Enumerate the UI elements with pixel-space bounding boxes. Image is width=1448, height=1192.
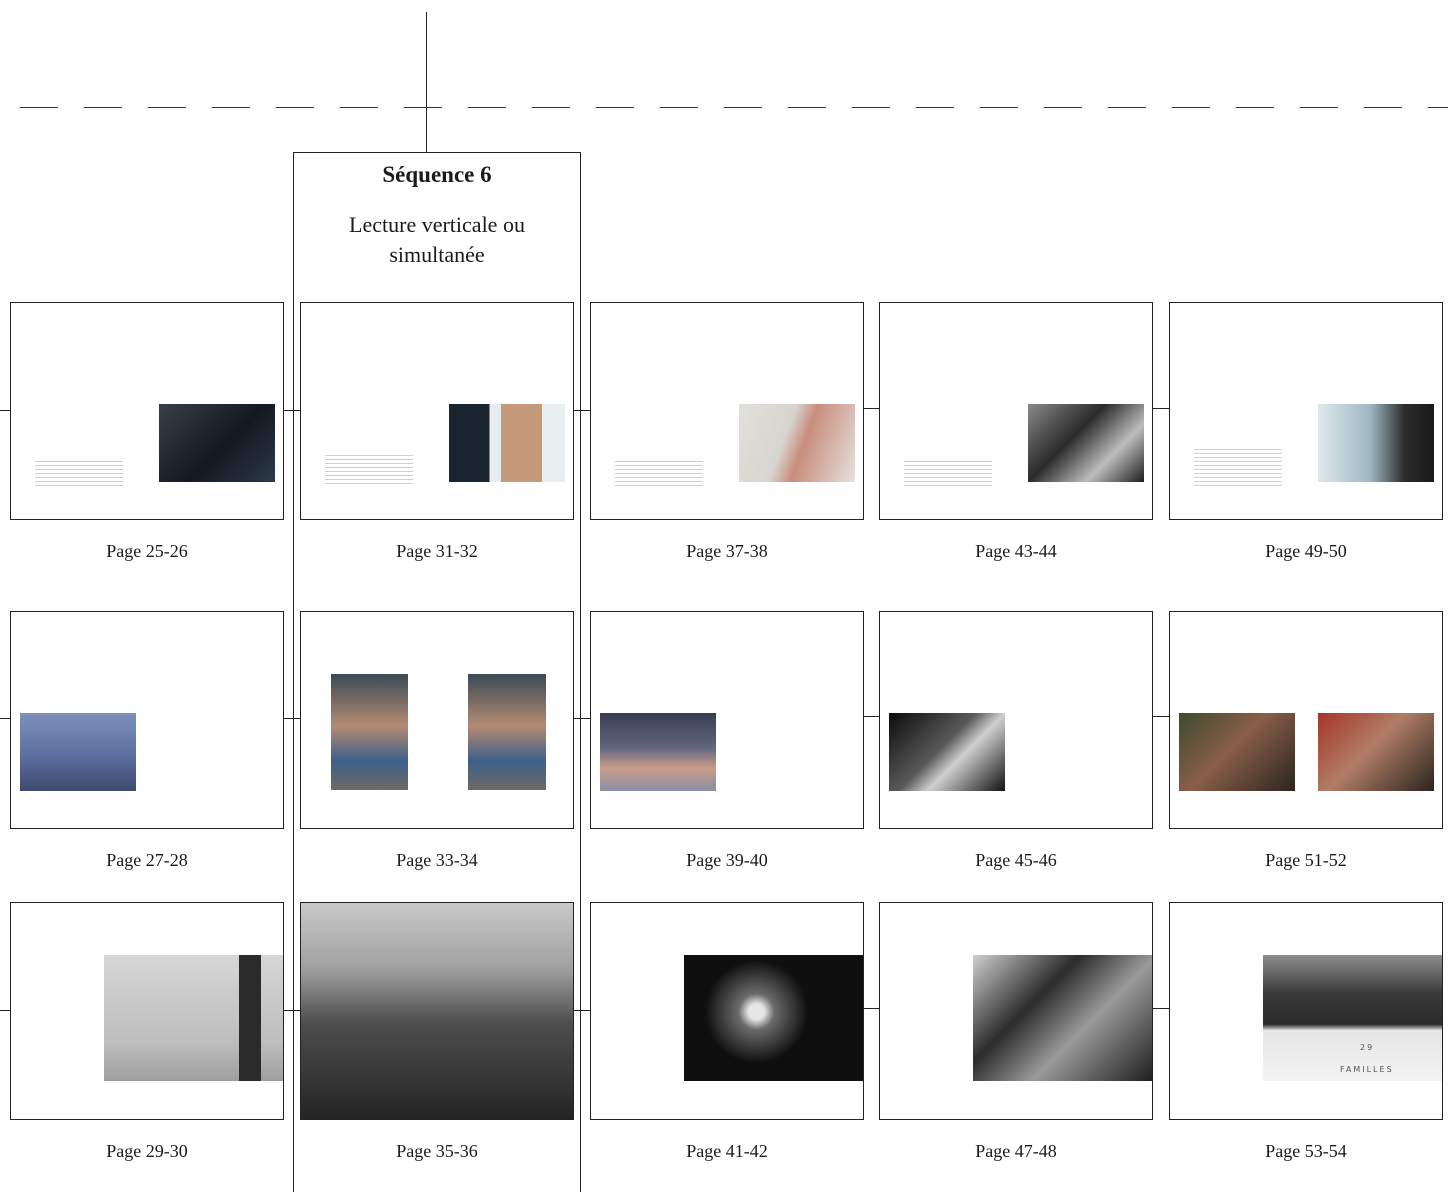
portrait-photo-right	[1318, 713, 1434, 791]
hands-photo	[889, 713, 1005, 791]
connector	[284, 410, 300, 411]
page-caption: Page 45-46	[975, 850, 1057, 870]
page-thumbnail-31-32	[300, 302, 574, 520]
timeline-dashed-axis	[20, 107, 1448, 108]
seaside-photo	[20, 713, 136, 791]
page-caption: Page 33-34	[396, 850, 478, 870]
sequence-subtitle: Lecture verticale ou simultanée	[300, 210, 574, 270]
page-thumbnail-33-34	[300, 611, 574, 829]
portrait-photo	[159, 404, 275, 482]
page-caption: Page 53-54	[1265, 1141, 1347, 1161]
page-caption: Page 47-48	[975, 1141, 1057, 1161]
page-caption: Page 25-26	[106, 541, 188, 561]
text-block	[325, 455, 413, 487]
page-thumbnail-29-30	[10, 902, 284, 1120]
sequence-subtitle-line-2: simultanée	[389, 242, 485, 267]
page-caption: Page 49-50	[1265, 541, 1347, 561]
text-block	[35, 461, 123, 487]
photo-inscription-number: 29	[1360, 1043, 1375, 1052]
pillar-shape	[239, 955, 261, 1081]
page-thumbnail-35-36	[300, 902, 574, 1120]
page-caption: Page 29-30	[106, 1141, 188, 1161]
page-thumbnail-49-50	[1169, 302, 1443, 520]
page-thumbnail-43-44	[879, 302, 1153, 520]
connector	[574, 410, 590, 411]
page-thumbnail-25-26	[10, 302, 284, 520]
page-caption: Page 31-32	[396, 541, 478, 561]
connector	[1153, 408, 1169, 409]
connector	[863, 1008, 879, 1009]
smoking-photo	[1318, 404, 1434, 482]
page-caption: Page 39-40	[686, 850, 768, 870]
street-photo	[1028, 404, 1144, 482]
standing-boy-photo-left	[331, 674, 408, 790]
carousel-night-photo	[684, 955, 863, 1081]
text-block	[1194, 449, 1282, 487]
connector	[0, 410, 10, 411]
page-thumbnail-37-38	[590, 302, 864, 520]
page-thumbnail-51-52	[1169, 611, 1443, 829]
text-block	[615, 461, 703, 487]
photo-inscription-word: FAMILLES	[1340, 1065, 1394, 1074]
connector	[284, 718, 300, 719]
bench-photo	[973, 955, 1152, 1081]
page-caption: Page 51-52	[1265, 850, 1347, 870]
page-thumbnail-27-28	[10, 611, 284, 829]
page-thumbnail-47-48	[879, 902, 1153, 1120]
connector	[863, 716, 879, 717]
connector	[284, 1010, 300, 1011]
page-thumbnail-41-42	[590, 902, 864, 1120]
page-thumbnail-45-46	[879, 611, 1153, 829]
page-thumbnail-39-40	[590, 611, 864, 829]
connector	[1153, 1008, 1169, 1009]
page-caption: Page 43-44	[975, 541, 1057, 561]
connector	[863, 408, 879, 409]
arm-photo	[600, 713, 716, 791]
hand-photo	[739, 404, 855, 482]
portrait-photo	[449, 404, 565, 482]
connector	[574, 718, 590, 719]
page-thumbnail-53-54: 29 FAMILLES	[1169, 902, 1443, 1120]
standing-boy-photo-right	[468, 674, 546, 790]
landscape-photo	[301, 903, 573, 1119]
connector	[0, 1010, 10, 1011]
page-caption: Page 37-38	[686, 541, 768, 561]
connector	[1153, 716, 1169, 717]
page-caption: Page 35-36	[396, 1141, 478, 1161]
timeline-marker-vertical	[426, 12, 427, 152]
sequence-title: Séquence 6	[382, 162, 492, 187]
sequence-subtitle-line-1: Lecture verticale ou	[349, 212, 525, 237]
page-caption: Page 27-28	[106, 850, 188, 870]
page-caption: Page 41-42	[686, 1141, 768, 1161]
connector	[0, 718, 10, 719]
portrait-photo-left	[1179, 713, 1295, 791]
connector	[574, 1010, 590, 1011]
architecture-photo	[1263, 955, 1442, 1081]
text-block	[904, 461, 992, 487]
